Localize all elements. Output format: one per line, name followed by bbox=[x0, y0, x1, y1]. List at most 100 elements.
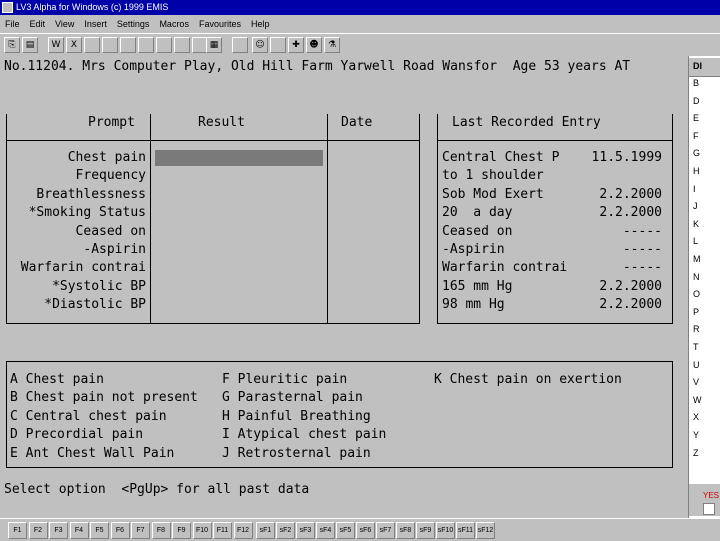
option-item[interactable]: C Central chest pain bbox=[10, 408, 167, 426]
main-screen: No.11204. Mrs Computer Play, Old Hill Fa… bbox=[0, 56, 688, 516]
plus-icon: ✚ bbox=[292, 40, 300, 50]
letter-index-n[interactable]: N bbox=[693, 272, 719, 282]
word-icon: W bbox=[51, 40, 61, 50]
row-last-entry: to 1 shoulder bbox=[442, 168, 544, 184]
toolbar-button-blank-icon[interactable] bbox=[174, 37, 190, 53]
header-last-entry: Last Recorded Entry bbox=[452, 115, 601, 130]
option-item[interactable]: A Chest pain bbox=[10, 371, 104, 389]
menu-item-help[interactable]: Help bbox=[246, 15, 275, 33]
fkey-f12[interactable]: F12 bbox=[233, 522, 253, 539]
row-last-date: 2.2.2000 bbox=[599, 205, 662, 221]
fkey-sf8[interactable]: sF8 bbox=[396, 522, 415, 539]
fkey-sf2[interactable]: sF2 bbox=[276, 522, 295, 539]
menu-item-macros[interactable]: Macros bbox=[154, 15, 194, 33]
toolbar-button-excel-icon[interactable]: X bbox=[66, 37, 82, 53]
header-date: Date bbox=[341, 115, 373, 130]
fkey-f6[interactable]: F6 bbox=[110, 522, 130, 539]
toolbar-button-blank-icon[interactable] bbox=[138, 37, 154, 53]
fkey-f5[interactable]: F5 bbox=[90, 522, 109, 539]
toolbar-button-word-icon[interactable]: W bbox=[48, 37, 64, 53]
fkey-f3[interactable]: F3 bbox=[49, 522, 68, 539]
fkey-sf7[interactable]: sF7 bbox=[376, 522, 395, 539]
letter-index-g[interactable]: G bbox=[693, 148, 719, 158]
option-item[interactable]: E Ant Chest Wall Pain bbox=[10, 445, 174, 463]
command-prompt: Select option <PgUp> for all past data bbox=[4, 482, 310, 497]
option-item[interactable]: B Chest pain not present bbox=[10, 389, 198, 407]
toolbar-button-clipboard-icon[interactable]: ⎘ bbox=[4, 37, 20, 53]
letter-index-l[interactable]: L bbox=[693, 236, 719, 246]
letter-index-m[interactable]: M bbox=[693, 254, 719, 264]
patient-header: No.11204. Mrs Computer Play, Old Hill Fa… bbox=[4, 59, 631, 74]
result-input[interactable] bbox=[155, 150, 323, 166]
letter-index-e[interactable]: E bbox=[693, 113, 719, 123]
row-last-date: ----- bbox=[622, 242, 662, 257]
fkey-f11[interactable]: F11 bbox=[213, 522, 232, 539]
menu-item-settings[interactable]: Settings bbox=[112, 15, 155, 33]
fkey-f10[interactable]: F10 bbox=[192, 522, 212, 539]
person-icon: ☺ bbox=[255, 40, 265, 50]
menu-item-favourites[interactable]: Favourites bbox=[194, 15, 246, 33]
option-item[interactable]: I Atypical chest pain bbox=[222, 426, 386, 444]
toolbar-button-document-icon[interactable]: ▦ bbox=[206, 37, 222, 53]
option-item[interactable]: G Parasternal pain bbox=[222, 389, 363, 407]
toolbar-button-blank-icon[interactable] bbox=[84, 37, 100, 53]
fkey-sf12[interactable]: sF12 bbox=[476, 522, 495, 539]
toolbar-button-plus-icon[interactable]: ✚ bbox=[288, 37, 304, 53]
letter-index-r[interactable]: R bbox=[693, 324, 719, 334]
letter-index-k[interactable]: K bbox=[693, 219, 719, 229]
row-last-entry: Sob Mod Exert bbox=[442, 186, 544, 202]
letter-index-j[interactable]: J bbox=[693, 201, 719, 211]
option-item[interactable]: H Painful Breathing bbox=[222, 408, 371, 426]
letter-index-i[interactable]: I bbox=[693, 184, 719, 194]
letter-index-p[interactable]: P bbox=[693, 307, 719, 317]
menu-item-view[interactable]: View bbox=[50, 15, 79, 33]
fkey-sf9[interactable]: sF9 bbox=[416, 522, 435, 539]
letter-index-u[interactable]: U bbox=[693, 360, 719, 370]
toolbar-button-flask-icon[interactable]: ⚗ bbox=[324, 37, 340, 53]
letter-index-f[interactable]: F bbox=[693, 131, 719, 141]
toolbar-button-blank-icon[interactable] bbox=[270, 37, 286, 53]
row-last-date: 2.2.2000 bbox=[599, 278, 662, 294]
letter-index-v[interactable]: V bbox=[693, 377, 719, 387]
fkey-sf4[interactable]: sF4 bbox=[316, 522, 335, 539]
fkey-f7[interactable]: F7 bbox=[131, 522, 150, 539]
letter-index-y[interactable]: Y bbox=[693, 430, 719, 440]
option-item[interactable]: J Retrosternal pain bbox=[222, 445, 371, 463]
menu-item-insert[interactable]: Insert bbox=[79, 15, 112, 33]
toolbar-button-save-icon[interactable]: ▤ bbox=[22, 37, 38, 53]
letter-index-t[interactable]: T bbox=[693, 342, 719, 352]
fkey-sf10[interactable]: sF10 bbox=[436, 522, 455, 539]
letter-index-d[interactable]: D bbox=[693, 96, 719, 106]
flask-icon: ⚗ bbox=[327, 40, 337, 50]
toolbar-button-blank-icon[interactable] bbox=[156, 37, 172, 53]
fkey-f4[interactable]: F4 bbox=[69, 522, 89, 539]
letter-index-w[interactable]: W bbox=[693, 395, 719, 405]
toolbar-button-blank-icon[interactable] bbox=[232, 37, 248, 53]
letter-index-o[interactable]: O bbox=[693, 289, 719, 299]
letter-index-b[interactable]: B bbox=[693, 78, 719, 88]
toolbar-button-person-icon[interactable]: ☺ bbox=[252, 37, 268, 53]
fkey-f8[interactable]: F8 bbox=[151, 522, 171, 539]
status-checkbox[interactable] bbox=[703, 503, 715, 515]
letter-index-z[interactable]: Z bbox=[693, 448, 719, 458]
letter-index-x[interactable]: X bbox=[693, 412, 719, 422]
toolbar-button-people-icon[interactable]: ☻ bbox=[306, 37, 322, 53]
menu-item-edit[interactable]: Edit bbox=[25, 15, 51, 33]
fkey-sf1[interactable]: sF1 bbox=[256, 522, 275, 539]
clipboard-icon: ⎘ bbox=[8, 40, 16, 50]
toolbar-button-blank-icon[interactable] bbox=[102, 37, 118, 53]
app-icon bbox=[2, 2, 13, 13]
option-item[interactable]: F Pleuritic pain bbox=[222, 371, 347, 389]
fkey-f2[interactable]: F2 bbox=[28, 522, 48, 539]
letter-index-h[interactable]: H bbox=[693, 166, 719, 176]
option-item[interactable]: D Precordial pain bbox=[10, 426, 143, 444]
fkey-f1[interactable]: F1 bbox=[8, 522, 27, 539]
menu-item-file[interactable]: File bbox=[0, 15, 25, 33]
fkey-sf11[interactable]: sF11 bbox=[456, 522, 475, 539]
fkey-f9[interactable]: F9 bbox=[172, 522, 191, 539]
toolbar-button-blank-icon[interactable] bbox=[120, 37, 136, 53]
option-item[interactable]: K Chest pain on exertion bbox=[434, 371, 622, 389]
fkey-sf6[interactable]: sF6 bbox=[356, 522, 375, 539]
fkey-sf3[interactable]: sF3 bbox=[296, 522, 315, 539]
fkey-sf5[interactable]: sF5 bbox=[336, 522, 355, 539]
